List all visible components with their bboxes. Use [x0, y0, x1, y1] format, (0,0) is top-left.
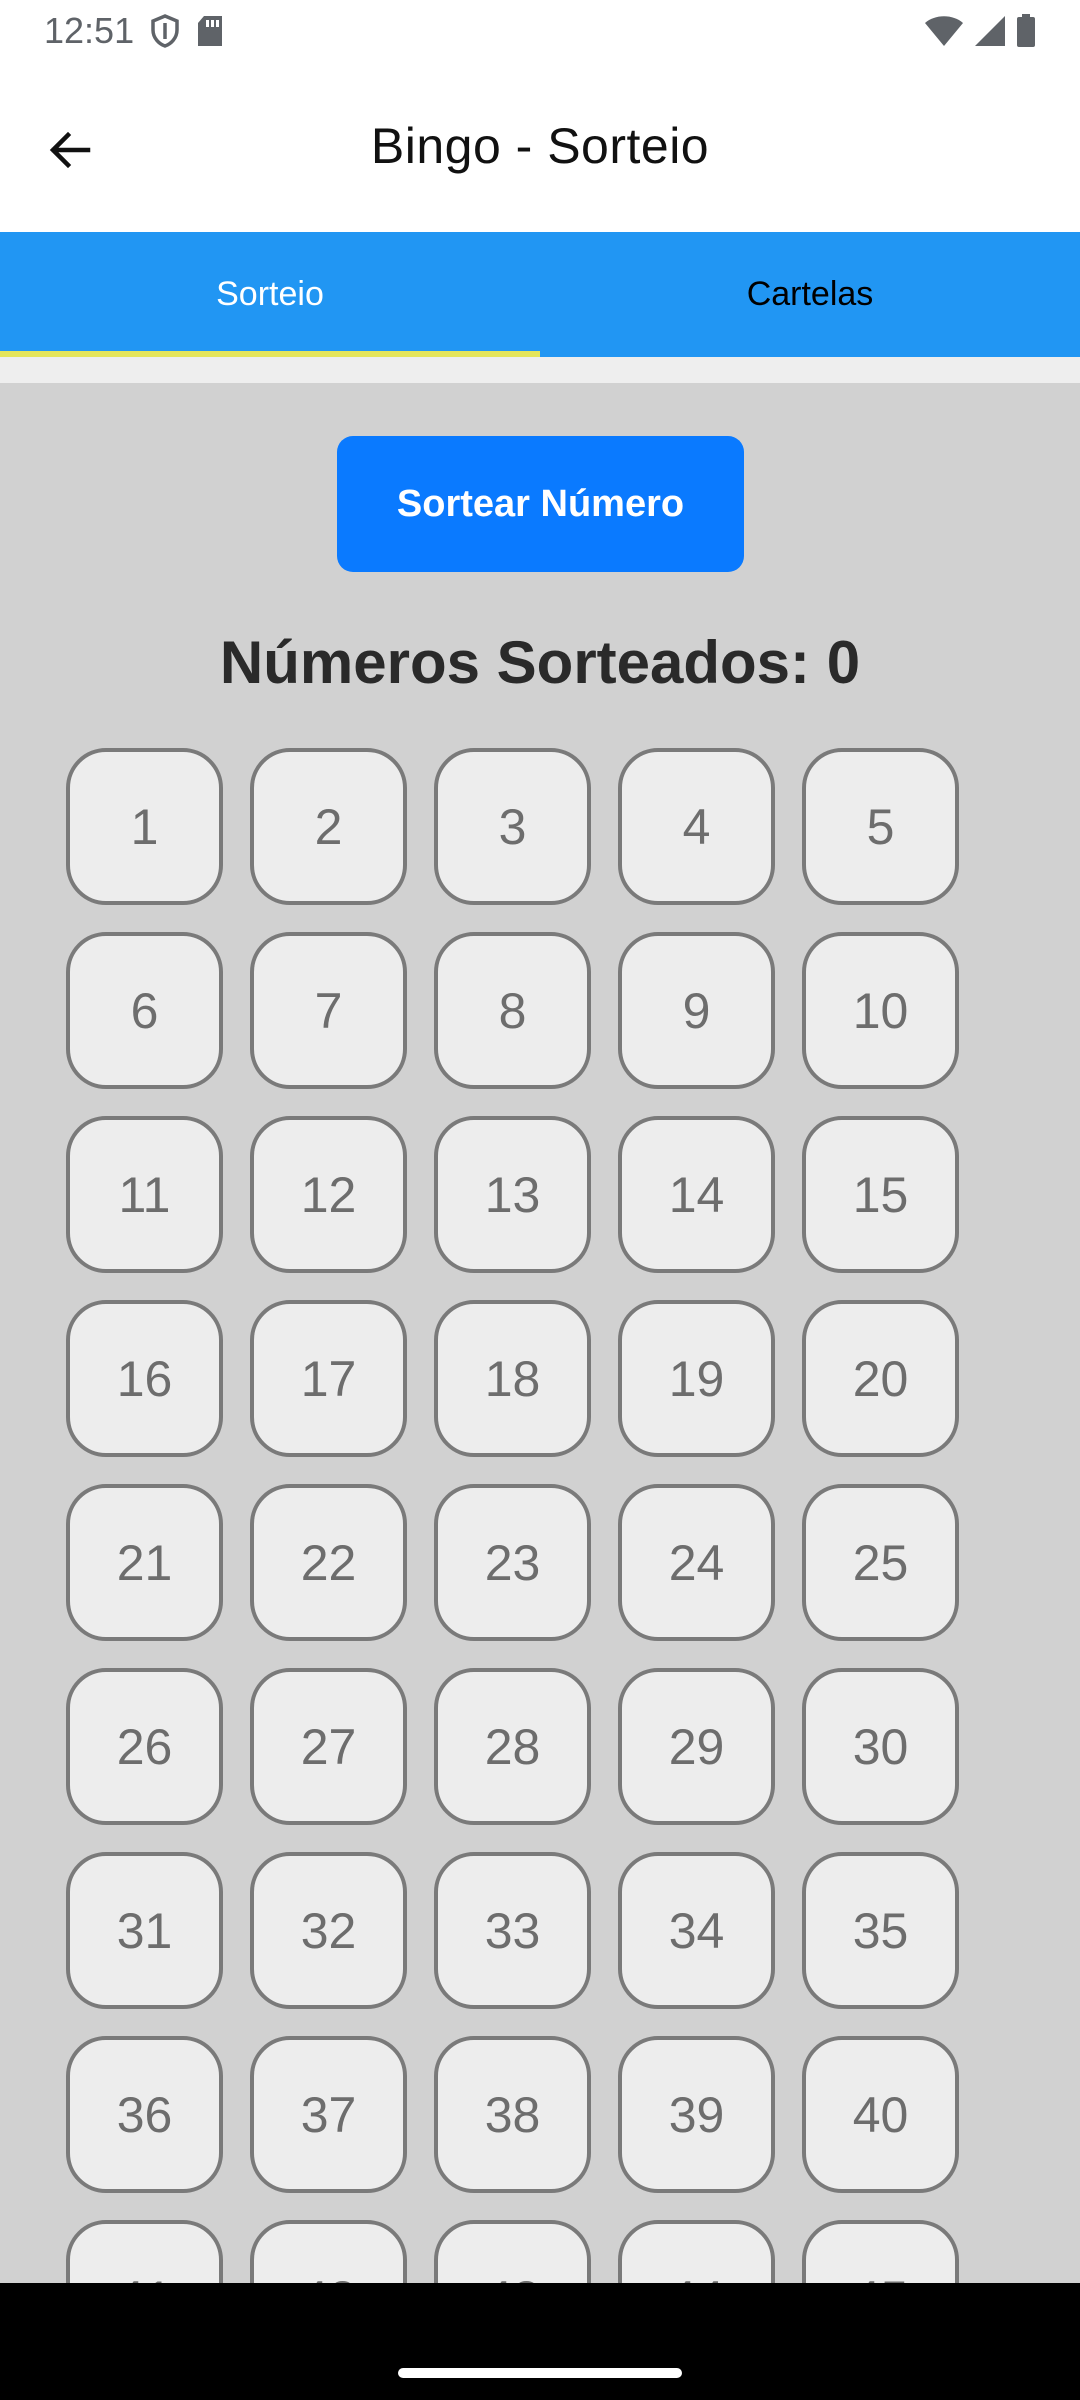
status-right: [924, 14, 1036, 48]
screen: 12:51 Bingo - Sorteio Sorteio Cartelas S…: [0, 0, 1080, 2400]
page-title: Bingo - Sorteio: [370, 118, 710, 174]
number-cell[interactable]: 43: [434, 2220, 591, 2283]
number-cell[interactable]: 31: [66, 1852, 223, 2009]
number-cell[interactable]: 33: [434, 1852, 591, 2009]
app-bar: Bingo - Sorteio: [0, 62, 1080, 232]
number-cell[interactable]: 4: [618, 748, 775, 905]
number-cell[interactable]: 15: [802, 1116, 959, 1273]
number-cell[interactable]: 17: [250, 1300, 407, 1457]
wifi-icon: [924, 15, 964, 47]
draw-number-button[interactable]: Sortear Número: [337, 436, 744, 572]
number-cell[interactable]: 32: [250, 1852, 407, 2009]
number-cell[interactable]: 45: [802, 2220, 959, 2283]
number-cell[interactable]: 2: [250, 748, 407, 905]
battery-icon: [1016, 14, 1036, 48]
number-cell[interactable]: 18: [434, 1300, 591, 1457]
number-cell[interactable]: 44: [618, 2220, 775, 2283]
number-cell[interactable]: 24: [618, 1484, 775, 1641]
tab-bar: Sorteio Cartelas: [0, 232, 1080, 357]
number-cell[interactable]: 29: [618, 1668, 775, 1825]
number-cell[interactable]: 42: [250, 2220, 407, 2283]
number-cell[interactable]: 26: [66, 1668, 223, 1825]
number-cell[interactable]: 41: [66, 2220, 223, 2283]
number-cell[interactable]: 34: [618, 1852, 775, 2009]
tab-sorteio-label: Sorteio: [216, 275, 324, 313]
number-cell[interactable]: 30: [802, 1668, 959, 1825]
tab-sorteio[interactable]: Sorteio: [0, 232, 540, 357]
number-cell[interactable]: 39: [618, 2036, 775, 2193]
number-cell[interactable]: 16: [66, 1300, 223, 1457]
number-cell[interactable]: 36: [66, 2036, 223, 2193]
tab-cartelas[interactable]: Cartelas: [540, 232, 1080, 357]
number-cell[interactable]: 19: [618, 1300, 775, 1457]
number-cell[interactable]: 12: [250, 1116, 407, 1273]
number-cell[interactable]: 10: [802, 932, 959, 1089]
number-cell[interactable]: 38: [434, 2036, 591, 2193]
tab-cartelas-label: Cartelas: [746, 275, 874, 313]
signal-icon: [974, 15, 1006, 47]
number-cell[interactable]: 23: [434, 1484, 591, 1641]
number-cell[interactable]: 9: [618, 932, 775, 1089]
number-cell[interactable]: 37: [250, 2036, 407, 2193]
number-cell[interactable]: 8: [434, 932, 591, 1089]
draw-content[interactable]: Sortear Número Números Sorteados: 0 1 2 …: [0, 383, 1080, 2283]
number-cell[interactable]: 25: [802, 1484, 959, 1641]
number-cell[interactable]: 22: [250, 1484, 407, 1641]
number-cell[interactable]: 11: [66, 1116, 223, 1273]
tab-divider: [0, 357, 1080, 383]
system-nav-bar: [0, 2283, 1080, 2400]
number-cell[interactable]: 35: [802, 1852, 959, 2009]
numbers-grid: 1 2 3 4 5 6 7 8 9 10 11 12 13 14 15 16 1…: [66, 748, 959, 2283]
drawn-count-heading: Números Sorteados: 0: [219, 629, 861, 696]
number-cell[interactable]: 21: [66, 1484, 223, 1641]
number-cell[interactable]: 6: [66, 932, 223, 1089]
number-cell[interactable]: 3: [434, 748, 591, 905]
number-cell[interactable]: 20: [802, 1300, 959, 1457]
number-cell[interactable]: 28: [434, 1668, 591, 1825]
number-cell[interactable]: 40: [802, 2036, 959, 2193]
shield-icon: [150, 14, 180, 48]
number-cell[interactable]: 27: [250, 1668, 407, 1825]
status-bar: 12:51: [0, 0, 1080, 62]
number-cell[interactable]: 1: [66, 748, 223, 905]
number-cell[interactable]: 13: [434, 1116, 591, 1273]
number-cell[interactable]: 7: [250, 932, 407, 1089]
status-left: 12:51: [44, 10, 224, 52]
number-cell[interactable]: 5: [802, 748, 959, 905]
sd-card-icon: [196, 15, 224, 47]
home-gesture-handle[interactable]: [398, 2368, 682, 2378]
status-time: 12:51: [44, 10, 135, 51]
number-cell[interactable]: 14: [618, 1116, 775, 1273]
